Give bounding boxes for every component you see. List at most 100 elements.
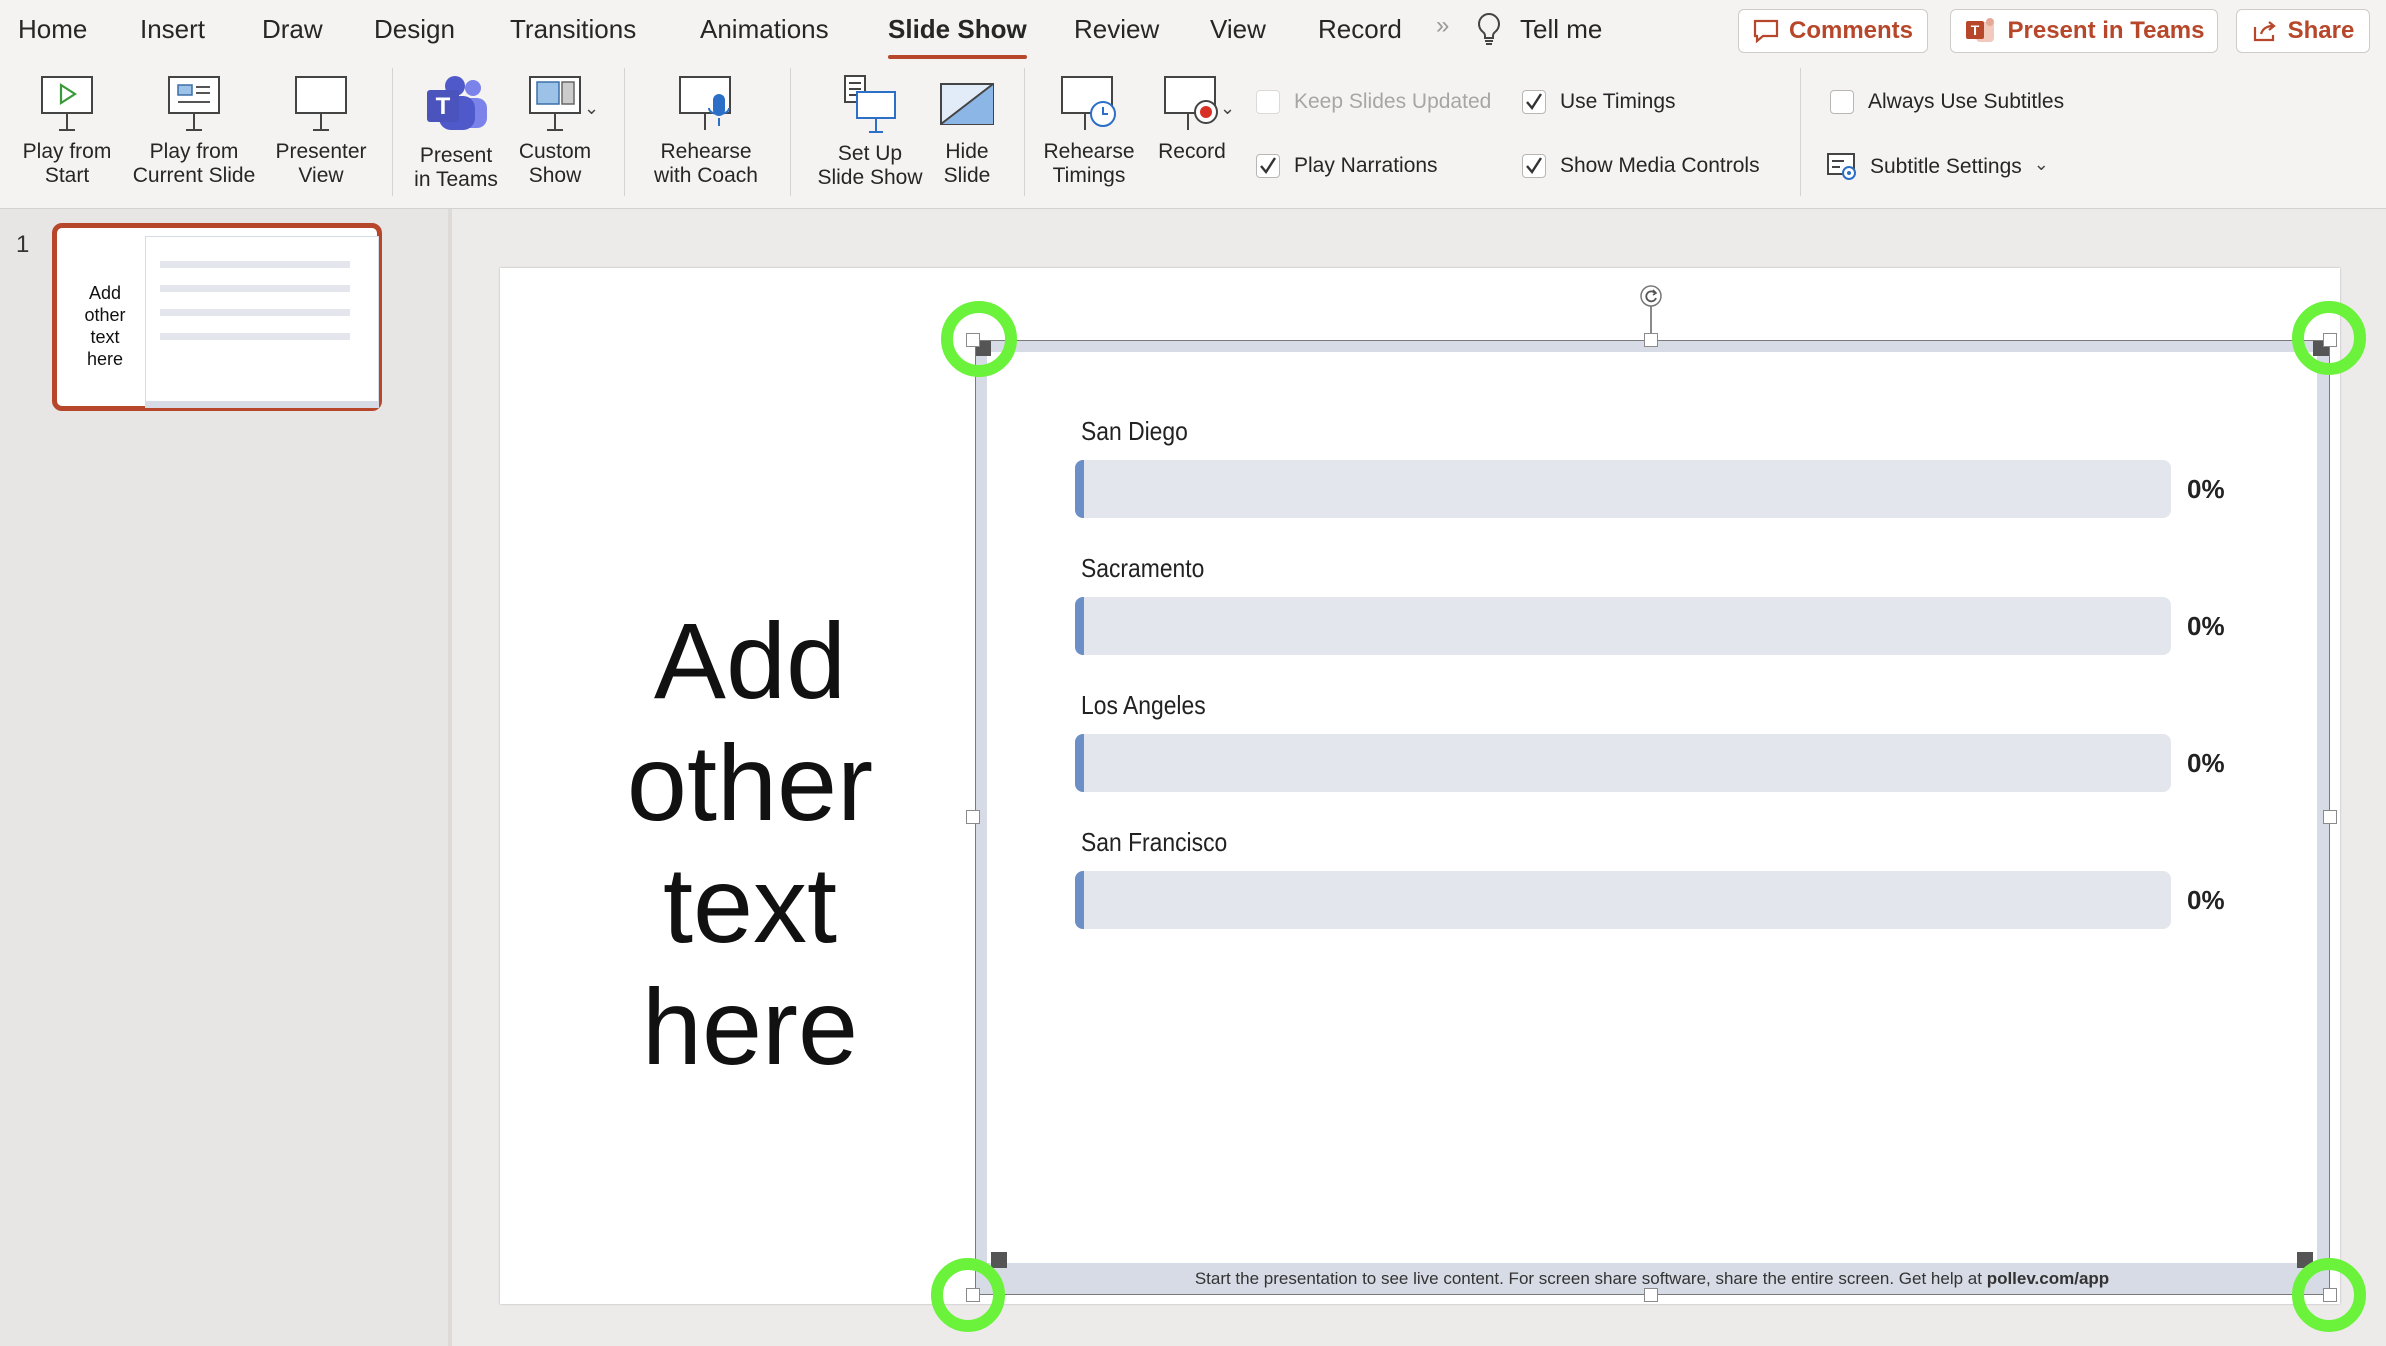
tab-record[interactable]: Record — [1318, 14, 1402, 45]
tab-slide-show[interactable]: Slide Show — [888, 14, 1027, 59]
poll-option-percent: 0% — [2187, 474, 2225, 504]
presenter-view-icon — [295, 76, 347, 131]
highlight-ring-bottom-right — [2292, 1258, 2366, 1332]
custom-show-icon — [529, 76, 581, 131]
subtitle-settings-icon — [1827, 153, 1856, 180]
hide-slide-icon — [940, 83, 994, 125]
play-from-current-icon — [168, 76, 220, 131]
play-narrations-label: Play Narrations — [1294, 154, 1438, 177]
checkbox-box — [1522, 154, 1546, 178]
rehearse-timings-icon — [1061, 76, 1116, 130]
play-from-current-slide-button[interactable]: Play from Current Slide — [124, 74, 264, 188]
highlight-ring-top-left — [941, 301, 1017, 377]
checkmark-icon — [1260, 157, 1277, 175]
rotate-handle-icon[interactable] — [1639, 284, 1663, 313]
play-from-start-label: Play from Start — [22, 140, 112, 187]
resize-handle-left[interactable] — [966, 810, 980, 824]
tell-me-search[interactable]: Tell me — [1520, 14, 1602, 45]
presenter-view-label: Presenter View — [275, 140, 367, 187]
thumbnail-poll-preview — [145, 236, 379, 408]
rehearse-timings-button[interactable]: Rehearse Timings — [1036, 74, 1142, 188]
lightbulb-icon[interactable] — [1476, 12, 1502, 51]
poll-option-bar — [1075, 734, 2171, 792]
tab-transitions[interactable]: Transitions — [510, 14, 636, 45]
poll-option-bar-fill — [1075, 597, 1084, 655]
poll-option-label: Sacramento — [1081, 553, 1205, 583]
tab-view[interactable]: View — [1210, 14, 1266, 45]
tab-home[interactable]: Home — [18, 14, 87, 45]
comments-label: Comments — [1788, 17, 1914, 44]
slide-thumbnail[interactable]: Add other text here — [52, 223, 382, 411]
show-media-controls-checkbox[interactable]: Show Media Controls — [1522, 154, 1760, 178]
subtitle-settings-dropdown[interactable]: Subtitle Settings ⌄ — [1826, 152, 2049, 182]
play-from-start-button[interactable]: Play from Start — [8, 74, 126, 188]
resize-handle-bottom[interactable] — [1644, 1288, 1658, 1302]
tab-insert[interactable]: Insert — [140, 14, 205, 45]
play-narrations-checkbox[interactable]: Play Narrations — [1256, 154, 1438, 178]
record-button[interactable]: Record — [1146, 74, 1238, 164]
poll-option-bar-fill — [1075, 460, 1084, 518]
hide-slide-label: Hide Slide — [943, 140, 991, 187]
rehearse-coach-icon — [679, 76, 731, 130]
record-dropdown-chevron-icon[interactable]: ⌄ — [1220, 98, 1235, 119]
teams-large-icon: T — [427, 76, 487, 130]
highlight-ring-top-right — [2292, 301, 2366, 375]
record-icon — [1164, 76, 1218, 130]
present-in-teams-label: Present in Teams — [2007, 17, 2205, 44]
rehearse-with-coach-button[interactable]: Rehearse with Coach — [640, 74, 772, 188]
presenter-view-button[interactable]: Presenter View — [264, 74, 378, 188]
poll-option-label: San Diego — [1081, 416, 1188, 446]
poll-option-percent: 0% — [2187, 611, 2225, 641]
custom-show-dropdown-chevron-icon[interactable]: ⌄ — [584, 98, 599, 119]
poll-everywhere-widget[interactable]: San Diego 0% Sacramento 0% Los Angeles 0% San … — [975, 340, 2329, 1295]
keep-slides-updated-checkbox[interactable]: Keep Slides Updated — [1256, 90, 1491, 114]
comment-icon — [1753, 19, 1779, 43]
tab-review[interactable]: Review — [1074, 14, 1159, 45]
thumbnail-slide-text: Add other text here — [84, 283, 126, 369]
poll-option-percent: 0% — [2187, 748, 2225, 778]
comments-button[interactable]: Comments — [1738, 9, 1928, 53]
rehearse-timings-label: Rehearse Timings — [1043, 140, 1135, 187]
svg-text:T: T — [436, 93, 451, 120]
always-use-subtitles-checkbox[interactable]: Always Use Subtitles — [1830, 90, 2064, 114]
present-in-teams-button[interactable]: T Present in Teams — [1950, 9, 2218, 53]
use-timings-label: Use Timings — [1560, 90, 1676, 113]
share-icon — [2253, 21, 2276, 42]
hide-slide-button[interactable]: Hide Slide — [932, 74, 1002, 188]
checkmark-icon — [1526, 93, 1543, 111]
present-in-teams-ribbon-label: Present in Teams — [414, 144, 498, 191]
play-from-start-icon — [41, 76, 93, 131]
tab-draw[interactable]: Draw — [262, 14, 323, 45]
use-timings-checkbox[interactable]: Use Timings — [1522, 90, 1676, 114]
slide-text-box[interactable]: Add other text here — [560, 600, 940, 1088]
menu-bar: Home Insert Draw Design Transitions Animation… — [0, 0, 2386, 62]
ribbon-separator — [624, 68, 625, 196]
ribbon-present-in-teams-button[interactable]: T Present in Teams — [404, 74, 508, 192]
checkbox-box — [1522, 90, 1546, 114]
always-use-subtitles-label: Always Use Subtitles — [1868, 90, 2065, 113]
poll-option-label: Los Angeles — [1081, 690, 1206, 720]
poll-footer-text: Start the presentation to see live conte… — [1194, 1269, 1987, 1288]
custom-show-button[interactable]: Custom Show — [508, 74, 602, 188]
subtitle-settings-label: Subtitle Settings — [1870, 155, 2022, 178]
svg-text:T: T — [1970, 22, 1979, 38]
poll-option-percent: 0% — [2187, 885, 2225, 915]
checkmark-icon — [1526, 157, 1543, 175]
more-tabs-chevron-icon[interactable]: » — [1436, 12, 1449, 40]
teams-icon: T — [1965, 18, 1994, 42]
share-button[interactable]: Share — [2236, 9, 2370, 53]
resize-handle-right[interactable] — [2323, 810, 2337, 824]
set-up-slide-show-icon — [844, 75, 896, 133]
keep-slides-updated-label: Keep Slides Updated — [1294, 90, 1492, 113]
tab-animations[interactable]: Animations — [700, 14, 829, 45]
checkbox-box — [1256, 90, 1280, 114]
resize-handle-top[interactable] — [1644, 333, 1658, 347]
set-up-slide-show-button[interactable]: Set Up Slide Show — [808, 74, 932, 190]
poll-option-bar — [1075, 460, 2171, 518]
ribbon-separator — [790, 68, 791, 196]
tab-design[interactable]: Design — [374, 14, 455, 45]
share-label: Share — [2287, 17, 2355, 44]
poll-help-link[interactable]: pollev.com/app — [1987, 1269, 2110, 1288]
show-media-controls-label: Show Media Controls — [1560, 154, 1760, 177]
play-from-current-label: Play from Current Slide — [132, 140, 256, 187]
